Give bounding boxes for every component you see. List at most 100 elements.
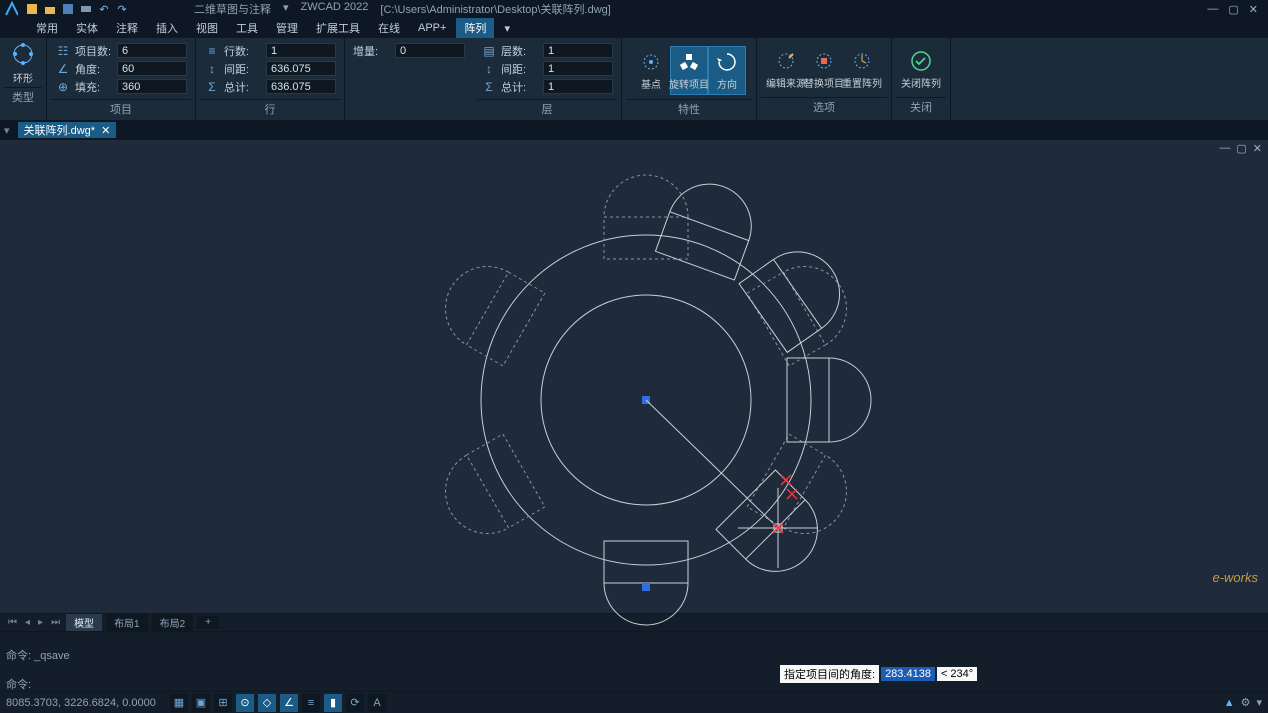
menu-item-常用[interactable]: 常用 <box>28 18 66 38</box>
qat-open-icon[interactable] <box>42 1 58 17</box>
reset-array-button[interactable]: 重置阵列 <box>843 46 881 93</box>
rows-count-input[interactable] <box>266 43 336 58</box>
angle-between-input[interactable] <box>117 61 187 76</box>
replace-item-button[interactable]: 替换项目 <box>805 46 843 93</box>
ribbon-panel: 环形 类型 ☷项目数: ∠角度: ⊕填充: 项目 ≡行数: ↕间距: Σ总计: … <box>0 38 1268 121</box>
lwt-button[interactable]: ≡ <box>302 694 320 712</box>
dynamic-prompt-value[interactable]: 283.4138 <box>881 667 935 681</box>
row-spacing-input[interactable] <box>266 61 336 76</box>
snap-mode-button[interactable]: ▣ <box>192 694 210 712</box>
fill-angle-input[interactable] <box>117 79 187 94</box>
menu-item-在线[interactable]: 在线 <box>370 18 408 38</box>
settings-gear-icon[interactable]: ⚙ <box>1241 696 1251 709</box>
direction-icon <box>715 50 739 74</box>
menu-item-app[interactable]: APP+ <box>410 20 454 36</box>
basepoint-icon <box>639 50 663 74</box>
file-tab-bar: ▾ 关联阵列.dwg* ✕ <box>0 121 1268 139</box>
workspace-label[interactable]: 二维草图与注释 <box>194 1 271 17</box>
file-tab-label: 关联阵列.dwg* <box>24 122 96 138</box>
snap-grid-button[interactable]: ▦ <box>170 694 188 712</box>
level-spacing-input[interactable] <box>543 61 613 76</box>
close-array-icon <box>909 49 933 73</box>
menu-item-管理[interactable]: 管理 <box>268 18 306 38</box>
items-count-input[interactable] <box>117 43 187 58</box>
anno-scale-button[interactable]: A <box>368 694 386 712</box>
rows-count-icon: ≡ <box>204 43 220 59</box>
osnap-button[interactable]: ◇ <box>258 694 276 712</box>
level-spacing-icon: ↕ <box>481 61 497 77</box>
cycling-button[interactable]: ⟳ <box>346 694 364 712</box>
ucs-icon[interactable]: ▲ <box>1224 697 1235 709</box>
ribbon-footer-level: 层 <box>477 99 617 118</box>
ribbon-footer-row: 行 <box>200 99 340 118</box>
ribbon-group-level: ▤层数: ↕间距: Σ总计: 层 <box>473 38 622 120</box>
file-tab-close-icon[interactable]: ✕ <box>101 124 110 137</box>
qat-save-icon[interactable] <box>60 1 76 17</box>
drawing-canvas[interactable]: — ▢ ✕ <box>0 139 1268 613</box>
ribbon-group-type: 环形 类型 <box>0 38 47 120</box>
angle-between-icon: ∠ <box>55 61 71 77</box>
qat-plot-icon[interactable] <box>78 1 94 17</box>
ribbon-group-incr-level: 增量: <box>345 38 473 120</box>
basepoint-button[interactable]: 基点 <box>632 47 670 94</box>
menu-item-工具[interactable]: 工具 <box>228 18 266 38</box>
row-spacing-icon: ↕ <box>204 61 220 77</box>
edit-source-icon <box>774 49 798 73</box>
qat-new-icon[interactable] <box>24 1 40 17</box>
fill-angle-icon: ⊕ <box>55 79 71 95</box>
qat-undo-icon[interactable]: ↶ <box>96 1 112 17</box>
menu-item-实体[interactable]: 实体 <box>68 18 106 38</box>
menu-item-视图[interactable]: 视图 <box>188 18 226 38</box>
dynamic-prompt-angle[interactable]: < 234° <box>937 667 977 681</box>
ribbon-group-row: ≡行数: ↕间距: Σ总计: 行 <box>196 38 345 120</box>
edit-source-button[interactable]: 编辑来源 <box>767 46 805 93</box>
dyn-button[interactable]: ▮ <box>324 694 342 712</box>
rotate-items-button[interactable]: 旋转项目 <box>670 46 708 95</box>
ribbon-footer-options: 选项 <box>761 97 887 116</box>
maximize-button[interactable]: ▢ <box>1228 3 1238 16</box>
level-total-icon: Σ <box>481 79 497 95</box>
file-path-label: [C:\Users\Administrator\Desktop\关联阵列.dwg… <box>380 1 610 17</box>
app-logo-icon <box>4 2 18 16</box>
levels-count-input[interactable] <box>543 43 613 58</box>
polar-button[interactable]: ⊙ <box>236 694 254 712</box>
levels-count-icon: ▤ <box>481 43 497 59</box>
ribbon-group-properties: 基点 旋转项目 方向 特性 <box>622 38 757 120</box>
row-total-input[interactable] <box>266 79 336 94</box>
ribbon-footer-prop: 特性 <box>626 99 752 118</box>
ribbon-group-close: 关闭阵列 关闭 <box>892 38 951 120</box>
polar-array-icon[interactable] <box>9 40 37 68</box>
row-total-icon: Σ <box>204 79 220 95</box>
ribbon-footer-item: 项目 <box>51 99 191 118</box>
close-window-button[interactable]: ✕ <box>1249 3 1258 16</box>
file-tab-active[interactable]: 关联阵列.dwg* ✕ <box>18 122 117 138</box>
ribbon-group-options: 编辑来源 替换项目 重置阵列 选项 <box>757 38 892 120</box>
ortho-button[interactable]: ⊞ <box>214 694 232 712</box>
rotate-items-icon <box>677 50 701 74</box>
coords-readout[interactable]: 8085.3703, 3226.6824, 0.0000 <box>6 697 166 709</box>
direction-button[interactable]: 方向 <box>708 46 746 95</box>
status-more-icon[interactable]: ▾ <box>1256 696 1262 709</box>
items-count-icon: ☷ <box>55 43 71 59</box>
otrack-button[interactable]: ∠ <box>280 694 298 712</box>
status-bar: 8085.3703, 3226.6824, 0.0000 ▦ ▣ ⊞ ⊙ ◇ ∠… <box>0 691 1268 713</box>
menu-item-注释[interactable]: 注释 <box>108 18 146 38</box>
cmd-history-line: 命令: _qsave <box>6 647 1262 663</box>
close-array-button[interactable]: 关闭阵列 <box>902 46 940 93</box>
minimize-button[interactable]: — <box>1207 3 1218 16</box>
cmd-history-line: 命令: <box>6 676 1262 691</box>
command-line-panel[interactable]: 命令: _qsave 命令: 命令: ** 项目间的角度 ** 指定项目间的角度… <box>0 631 1268 691</box>
quick-access-toolbar: ↶ ↷ <box>24 1 130 17</box>
level-total-input[interactable] <box>543 79 613 94</box>
menu-item-扩展工具[interactable]: 扩展工具 <box>308 18 368 38</box>
qat-redo-icon[interactable]: ↷ <box>114 1 130 17</box>
ribbon-footer-close: 关闭 <box>896 97 946 116</box>
file-tab-dropdown-icon[interactable]: ▾ <box>0 124 14 137</box>
menu-dropdown-icon[interactable]: ▾ <box>496 20 518 37</box>
replace-item-icon <box>812 49 836 73</box>
menu-item-插入[interactable]: 插入 <box>148 18 186 38</box>
drawing-svg <box>0 140 1268 640</box>
increment-input[interactable] <box>395 43 465 58</box>
title-bar: ↶ ↷ 二维草图与注释 ▾ ZWCAD 2022 [C:\Users\Admin… <box>0 0 1268 18</box>
menu-item-阵列[interactable]: 阵列 <box>456 18 494 38</box>
